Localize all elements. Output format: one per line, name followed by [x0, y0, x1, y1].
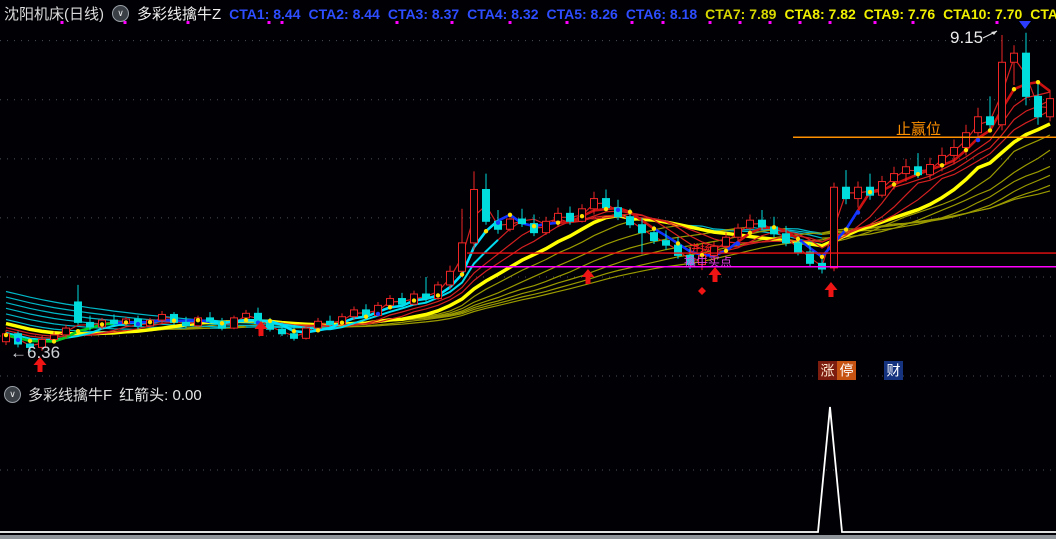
indicator2-name: 多彩线擒牛F	[28, 386, 113, 404]
cta9-value: CTA9: 7.76	[863, 5, 936, 22]
cta5-value: CTA5: 8.26	[546, 5, 618, 22]
cta2-value: CTA2: 8.44	[308, 5, 380, 22]
collapse-chevron-icon[interactable]: ∨	[112, 5, 129, 22]
cta7-value: CTA7: 7.89	[705, 5, 777, 22]
cta1-value: CTA1: 8.44	[229, 5, 301, 22]
cta11-value: CTA11: 7.65	[1030, 5, 1056, 22]
window-bottom-edge	[0, 535, 1056, 539]
red-arrow-metric: 红箭头: 0.00	[119, 386, 202, 404]
top-indicator-bar: 沈阳机床(日线) ∨ 多彩线擒牛Z CTA1: 8.44 CTA2: 8.44 …	[0, 0, 1056, 27]
indicator-panel-area[interactable]	[0, 405, 1056, 534]
stock-title: 沈阳机床(日线)	[4, 6, 104, 23]
indicator-name: 多彩线擒牛Z	[137, 6, 222, 23]
stock-chart-window: 沈阳机床(日线) ∨ 多彩线擒牛Z CTA1: 8.44 CTA2: 8.44 …	[0, 0, 1056, 539]
cta6-value: CTA6: 8.18	[625, 5, 698, 22]
cta10-value: CTA10: 7.70	[943, 5, 1023, 22]
cta3-value: CTA3: 8.37	[387, 5, 460, 22]
main-chart-area[interactable]	[0, 27, 1056, 383]
collapse-chevron-icon[interactable]: ∨	[4, 385, 21, 403]
cta4-value: CTA4: 8.32	[467, 5, 539, 22]
indicator2-bar: ∨ 多彩线擒牛F 红箭头: 0.00	[0, 383, 1056, 405]
cta8-value: CTA8: 7.82	[784, 5, 856, 22]
